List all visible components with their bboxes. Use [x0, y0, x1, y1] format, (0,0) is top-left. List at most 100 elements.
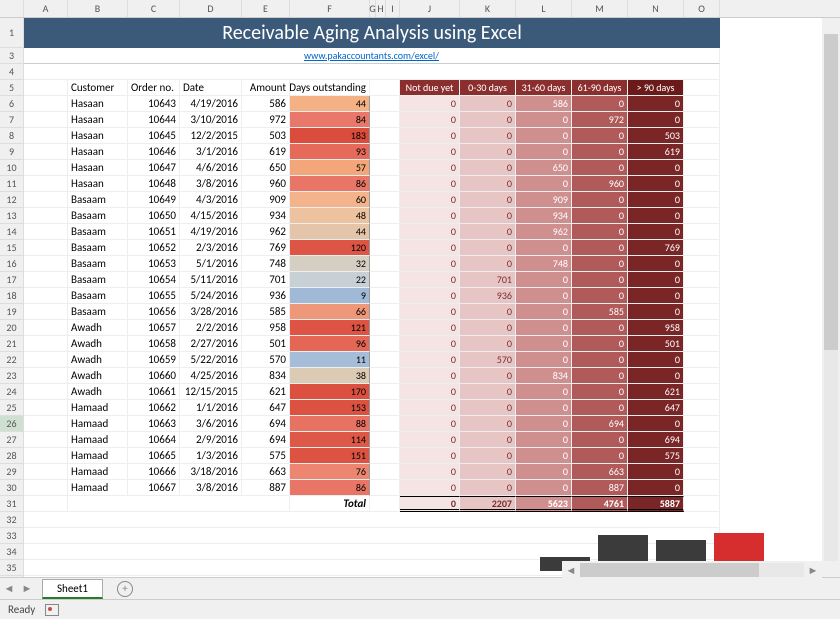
cell-bucket-3[interactable]: 0	[572, 160, 628, 176]
cell-bucket-1[interactable]: 0	[460, 240, 516, 256]
col-header-A[interactable]: A	[24, 0, 68, 17]
row-header[interactable]: 6	[0, 96, 24, 112]
cell-date[interactable]: 3/10/2016	[180, 112, 242, 128]
cell-bucket-2[interactable]: 0	[516, 352, 572, 368]
cell-bucket-1[interactable]: 0	[460, 432, 516, 448]
row-header[interactable]: 34	[0, 544, 24, 560]
cell-customer[interactable]: Basaam	[68, 256, 128, 272]
cell-bucket-4[interactable]: 694	[628, 432, 684, 448]
cell-orderno[interactable]: 10646	[128, 144, 180, 160]
cell-date[interactable]: 4/3/2016	[180, 192, 242, 208]
cell-bucket-0[interactable]: 0	[400, 320, 460, 336]
row-header[interactable]: 21	[0, 336, 24, 352]
cell-amount[interactable]: 887	[242, 480, 290, 496]
row-header[interactable]: 24	[0, 384, 24, 400]
cell-bucket-2[interactable]: 0	[516, 304, 572, 320]
col-header-I[interactable]: I	[386, 0, 400, 17]
cell-orderno[interactable]: 10648	[128, 176, 180, 192]
cell-bucket-1[interactable]: 936	[460, 288, 516, 304]
cell-amount[interactable]: 621	[242, 384, 290, 400]
cell-date[interactable]: 12/15/2015	[180, 384, 242, 400]
cell-bucket-4[interactable]: 0	[628, 416, 684, 432]
cell-bucket-1[interactable]: 0	[460, 416, 516, 432]
cell-orderno[interactable]: 10656	[128, 304, 180, 320]
cell-bucket-3[interactable]: 960	[572, 176, 628, 192]
col-header-O[interactable]: O	[684, 0, 720, 17]
cell-bucket-4[interactable]: 621	[628, 384, 684, 400]
cell-bucket-0[interactable]: 0	[400, 448, 460, 464]
cell-bucket-0[interactable]: 0	[400, 336, 460, 352]
cell-orderno[interactable]: 10651	[128, 224, 180, 240]
col-header-D[interactable]: D	[180, 0, 242, 17]
col-header-L[interactable]: L	[516, 0, 572, 17]
cell-date[interactable]: 2/3/2016	[180, 240, 242, 256]
row-header[interactable]: 4	[0, 64, 24, 80]
cell-days[interactable]: 86	[290, 176, 370, 192]
cell-bucket-2[interactable]: 0	[516, 416, 572, 432]
cell-bucket-0[interactable]: 0	[400, 112, 460, 128]
cell-customer[interactable]: Hasaan	[68, 128, 128, 144]
cell-bucket-4[interactable]: 575	[628, 448, 684, 464]
col-header-C[interactable]: C	[128, 0, 180, 17]
cell-bucket-3[interactable]: 585	[572, 304, 628, 320]
cell-bucket-0[interactable]: 0	[400, 224, 460, 240]
cell-days[interactable]: 44	[290, 96, 370, 112]
cell-bucket-2[interactable]: 0	[516, 128, 572, 144]
cell-bucket-0[interactable]: 0	[400, 272, 460, 288]
cell-bucket-2[interactable]: 0	[516, 288, 572, 304]
cell-days[interactable]: 93	[290, 144, 370, 160]
cell-date[interactable]: 3/28/2016	[180, 304, 242, 320]
cell-bucket-4[interactable]: 0	[628, 304, 684, 320]
cell-amount[interactable]: 501	[242, 336, 290, 352]
cell-date[interactable]: 3/18/2016	[180, 464, 242, 480]
cell-bucket-4[interactable]: 501	[628, 336, 684, 352]
row-header[interactable]: 26	[0, 416, 24, 432]
cell-bucket-2[interactable]: 0	[516, 384, 572, 400]
cell-bucket-2[interactable]: 0	[516, 320, 572, 336]
cell-amount[interactable]: 650	[242, 160, 290, 176]
blank[interactable]	[24, 512, 720, 528]
cell-bucket-1[interactable]: 0	[460, 112, 516, 128]
row-header[interactable]: 1	[0, 18, 24, 48]
row-header[interactable]: 23	[0, 368, 24, 384]
cell-bucket-2[interactable]: 650	[516, 160, 572, 176]
cell-bucket-3[interactable]: 0	[572, 352, 628, 368]
cell-bucket-3[interactable]: 0	[572, 288, 628, 304]
cell-bucket-3[interactable]: 0	[572, 128, 628, 144]
cell-bucket-3[interactable]: 887	[572, 480, 628, 496]
cell-orderno[interactable]: 10649	[128, 192, 180, 208]
cell-days[interactable]: 121	[290, 320, 370, 336]
cell-bucket-1[interactable]: 0	[460, 320, 516, 336]
cell-date[interactable]: 4/25/2016	[180, 368, 242, 384]
cell-customer[interactable]: Hasaan	[68, 112, 128, 128]
cell-customer[interactable]: Hamaad	[68, 400, 128, 416]
cell-amount[interactable]: 663	[242, 464, 290, 480]
cell-bucket-0[interactable]: 0	[400, 240, 460, 256]
cell-bucket-1[interactable]: 0	[460, 96, 516, 112]
row-header[interactable]: 8	[0, 128, 24, 144]
cell-bucket-1[interactable]: 0	[460, 192, 516, 208]
cell-bucket-4[interactable]: 0	[628, 352, 684, 368]
cell-customer[interactable]: Basaam	[68, 208, 128, 224]
cell-amount[interactable]: 619	[242, 144, 290, 160]
cell-bucket-0[interactable]: 0	[400, 432, 460, 448]
row-header[interactable]: 3	[0, 48, 24, 64]
cell-orderno[interactable]: 10654	[128, 272, 180, 288]
cell-bucket-3[interactable]: 0	[572, 240, 628, 256]
tab-nav-prev[interactable]: ◄	[0, 580, 18, 598]
cell-orderno[interactable]: 10665	[128, 448, 180, 464]
cell-amount[interactable]: 748	[242, 256, 290, 272]
cell-orderno[interactable]: 10653	[128, 256, 180, 272]
cell-date[interactable]: 3/6/2016	[180, 416, 242, 432]
cell-bucket-1[interactable]: 0	[460, 448, 516, 464]
cell-amount[interactable]: 958	[242, 320, 290, 336]
cell-days[interactable]: 153	[290, 400, 370, 416]
cell-bucket-0[interactable]: 0	[400, 352, 460, 368]
row-header[interactable]: 15	[0, 240, 24, 256]
cell-date[interactable]: 1/1/2016	[180, 400, 242, 416]
cell-orderno[interactable]: 10663	[128, 416, 180, 432]
cell-bucket-3[interactable]: 0	[572, 400, 628, 416]
cell-amount[interactable]: 701	[242, 272, 290, 288]
cell-days[interactable]: 48	[290, 208, 370, 224]
cell-amount[interactable]: 972	[242, 112, 290, 128]
